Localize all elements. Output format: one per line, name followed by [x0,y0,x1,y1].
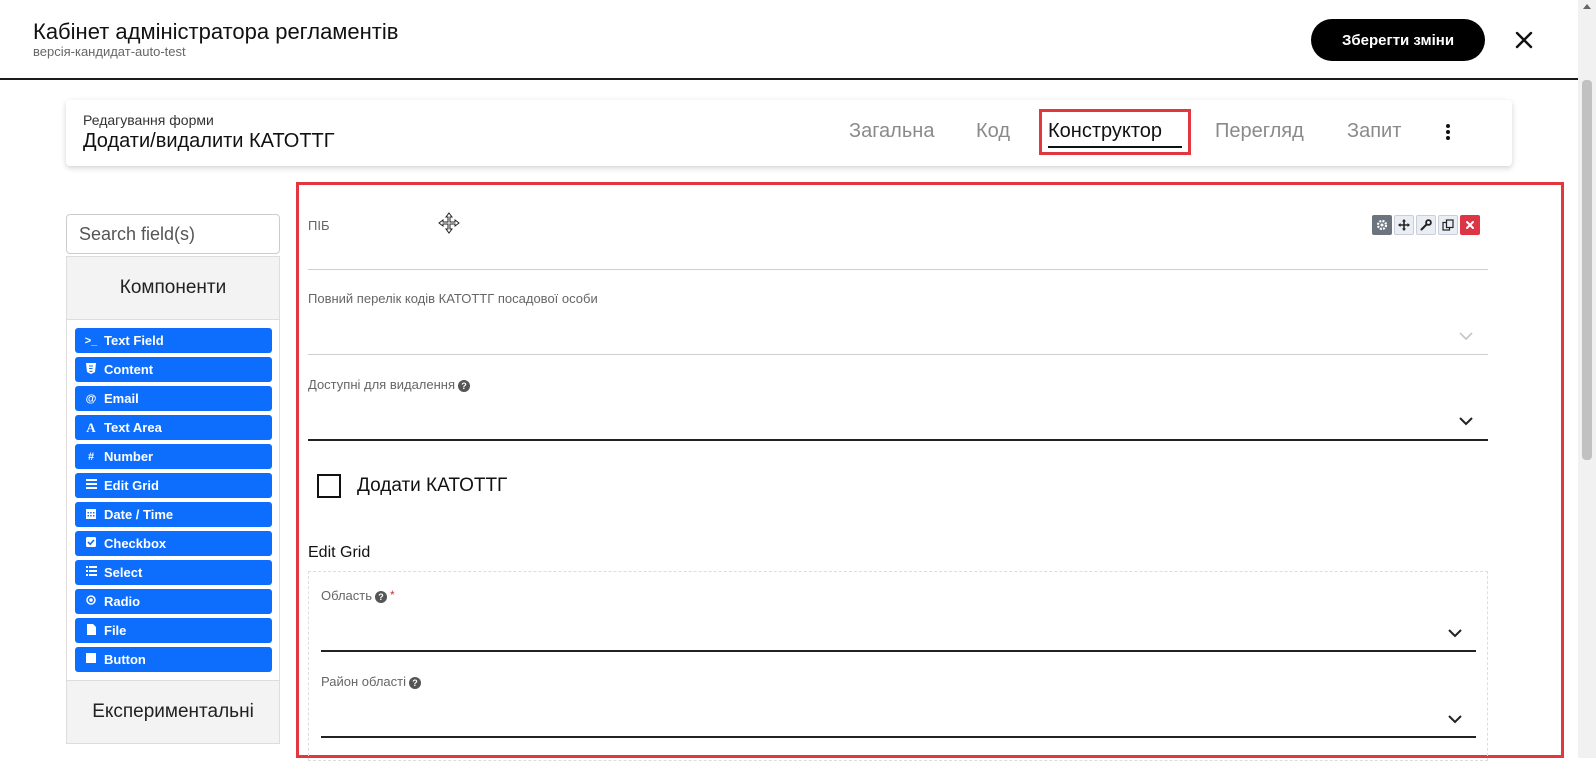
question-circle-icon[interactable]: ? [375,590,388,603]
add-katottg-label: Додати КАТОТТГ [357,475,508,496]
check-square-icon [84,537,98,550]
field-label-katottg-codes: Повний перелік кодів КАТОТТГ посадової о… [308,291,598,306]
edit-grid-panel: Область? * Район області? [308,571,1488,761]
form-caption: Редагування форми [83,112,214,128]
form-builder-canvas[interactable]: ПІБ Повний перелік кодів КАТОТТГ посадов… [296,182,1564,761]
component-content[interactable]: Content [75,357,272,382]
app-title: Кабінет адміністратора регламентів [33,19,399,44]
available-for-removal-underline[interactable] [308,439,1488,441]
app-subtitle: версія-кандидат-auto-test [33,44,186,59]
component-checkbox[interactable]: Checkbox [75,531,272,556]
chevron-down-icon[interactable] [1447,628,1463,638]
remove-icon[interactable] [1460,215,1480,235]
copy-icon[interactable] [1438,215,1458,235]
components-list: >_ Text Field Content @ Email A Text Area #… [66,320,280,694]
tasks-icon [84,479,98,492]
pib-input-underline[interactable] [308,269,1488,270]
stop-icon [84,653,98,666]
terminal-icon: >_ [84,334,98,347]
chevron-down-icon[interactable] [1447,714,1463,724]
close-icon[interactable] [1512,28,1536,52]
form-header: Редагування форми Додати/видалити КАТОТТ… [66,100,1512,166]
component-edit-grid[interactable]: Edit Grid [75,473,272,498]
component-radio[interactable]: Radio [75,589,272,614]
tab-general[interactable]: Загальна [849,120,934,143]
gear-icon[interactable] [1372,215,1392,235]
chevron-down-icon[interactable] [1458,416,1474,426]
move-cursor-icon [438,212,460,234]
question-circle-icon[interactable]: ? [409,676,422,689]
tab-constructor[interactable]: Конструктор [1048,120,1162,143]
oblast-select-underline[interactable] [321,650,1476,652]
dot-circle-icon [84,595,98,608]
experimental-panel-header[interactable]: Експериментальні [66,680,280,744]
list-icon [84,566,98,579]
edit-grid-title: Edit Grid [308,544,371,561]
tab-preview[interactable]: Перегляд [1215,120,1304,143]
form-name: Додати/видалити КАТОТТГ [83,130,335,152]
active-tab-underline [1048,146,1182,148]
hashtag-icon: # [87,450,95,463]
chevron-down-icon[interactable] [1458,331,1474,341]
search-fields-input[interactable] [66,214,280,254]
component-text-area[interactable]: A Text Area [75,415,272,440]
components-panel-header[interactable]: Компоненти [66,256,280,320]
raion-select-underline[interactable] [321,736,1476,738]
calendar-icon [84,508,98,522]
tab-code[interactable]: Код [976,120,1010,143]
field-label-pib: ПІБ [308,218,330,233]
page-scrollbar[interactable] [1578,0,1596,758]
component-button[interactable]: Button [75,647,272,672]
field-label-oblast: Область? * [321,588,395,603]
more-options-icon[interactable] [1443,122,1453,144]
add-katottg-checkbox[interactable] [317,474,341,498]
wrench-icon[interactable] [1416,215,1436,235]
field-label-available-for-removal: Доступні для видалення? [308,377,471,392]
component-date-time[interactable]: Date / Time [75,502,272,527]
scroll-up-icon[interactable] [1583,4,1591,9]
scrollbar-thumb[interactable] [1582,80,1592,460]
required-marker: * [390,588,395,602]
component-select[interactable]: Select [75,560,272,585]
html5-icon [84,362,98,377]
component-toolbar [1372,215,1480,235]
tab-request[interactable]: Запит [1347,120,1401,143]
component-email[interactable]: @ Email [75,386,272,411]
file-icon [84,623,98,638]
component-text-field[interactable]: >_ Text Field [75,328,272,353]
question-circle-icon[interactable]: ? [458,379,471,392]
top-bar: Кабінет адміністратора регламентів версі… [0,0,1578,80]
component-file[interactable]: File [75,618,272,643]
move-icon[interactable] [1394,215,1414,235]
at-icon: @ [85,392,97,405]
katottg-codes-underline[interactable] [308,354,1488,355]
font-icon: A [86,419,96,435]
save-changes-button[interactable]: Зберегти зміни [1311,19,1485,61]
field-label-raion: Район області? [321,674,422,689]
component-number[interactable]: # Number [75,444,272,469]
